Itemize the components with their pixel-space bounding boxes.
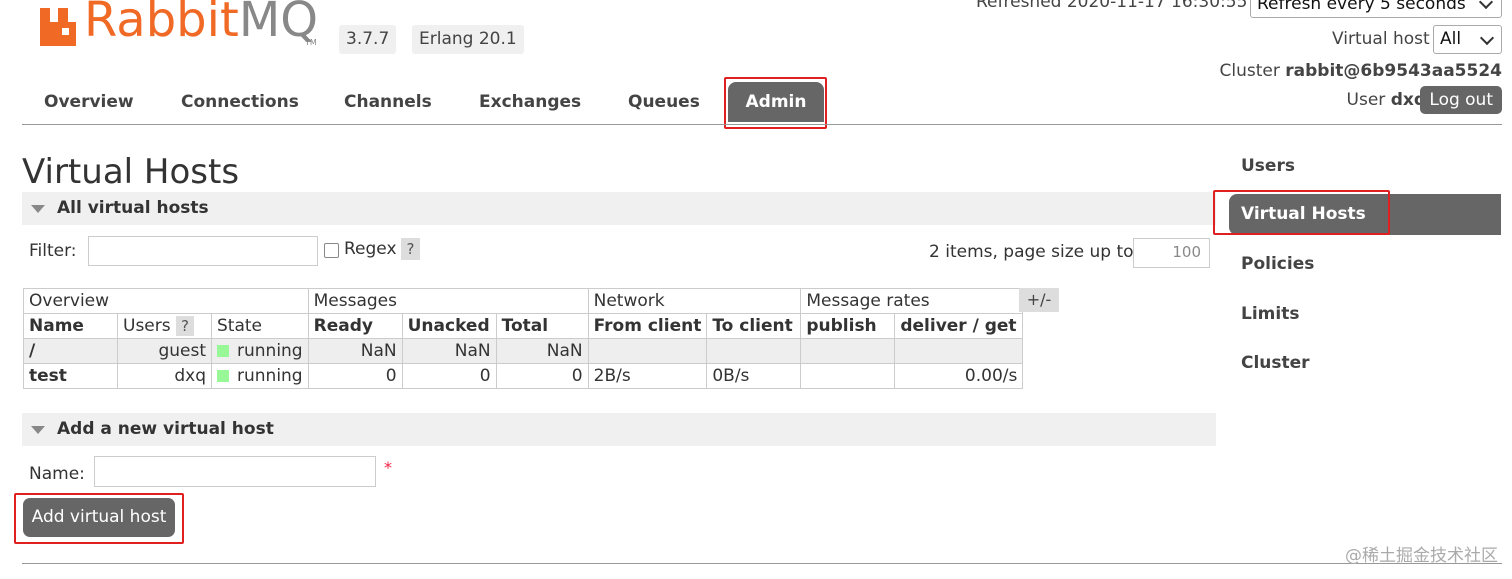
tab-exchanges[interactable]: Exchanges [479, 92, 581, 112]
collapse-triangle-icon [31, 426, 45, 434]
erlang-badge: Erlang 20.1 [412, 25, 524, 54]
vhost-to-client: 0B/s [706, 363, 802, 389]
running-status-icon [217, 345, 229, 357]
table-row[interactable]: test dxq running 0 0 0 2B/s 0B/s 0.00/s [23, 363, 1024, 389]
tab-connections[interactable]: Connections [181, 92, 299, 112]
table-column-header-row: Name Users ? State Ready Unacked Total F… [23, 313, 1024, 339]
group-header-overview: Overview [23, 288, 309, 314]
vhost-publish [800, 338, 896, 364]
logout-button[interactable]: Log out [1420, 86, 1502, 114]
vhost-from-client: 2B/s [587, 363, 708, 389]
name-label: Name: [29, 464, 85, 484]
vhost-unacked: 0 [401, 363, 497, 389]
group-header-network: Network [587, 288, 802, 314]
vhost-state: running [211, 363, 309, 389]
vhost-total: 0 [495, 363, 589, 389]
cluster-name: rabbit@6b9543aa5524 [1285, 61, 1502, 81]
col-total: Total [495, 313, 589, 339]
nav-divider [22, 124, 1502, 125]
user-info: User dxq [1347, 90, 1426, 110]
rabbit-logo-icon [40, 8, 76, 46]
col-deliver-get: deliver / get [894, 313, 1024, 339]
vhost-total: NaN [495, 338, 589, 364]
vhost-unacked: NaN [401, 338, 497, 364]
vhost-deliver-get [894, 338, 1024, 364]
version-badge: 3.7.7 [339, 25, 397, 54]
highlight-box-virtual-hosts [1213, 190, 1390, 235]
sidebar-item-cluster[interactable]: Cluster [1241, 353, 1310, 373]
vhost-users: dxq [117, 363, 212, 389]
vhost-to-client [706, 338, 802, 364]
cluster-info: Cluster rabbit@6b9543aa5524 [1220, 61, 1502, 81]
users-help-icon[interactable]: ? [176, 316, 195, 336]
tab-channels[interactable]: Channels [344, 92, 432, 112]
regex-checkbox[interactable] [324, 243, 339, 258]
tab-overview[interactable]: Overview [44, 92, 134, 112]
vhost-publish [800, 363, 896, 389]
tab-queues[interactable]: Queues [628, 92, 700, 112]
col-name[interactable]: Name [23, 313, 118, 339]
vhost-name-link[interactable]: / [23, 338, 118, 364]
vhost-ready: NaN [307, 338, 403, 364]
vhost-name-input[interactable] [94, 456, 376, 487]
logo-brand-text: Rabbit [84, 0, 239, 48]
refresh-interval-value: Refresh every 5 seconds [1257, 0, 1466, 14]
toggle-columns-button[interactable]: +/- [1019, 288, 1059, 312]
col-state: State [211, 313, 309, 339]
all-virtual-hosts-section-toggle[interactable]: All virtual hosts [22, 192, 1216, 225]
col-to-client: To client [706, 313, 802, 339]
highlight-box-admin [724, 77, 827, 129]
regex-help-icon[interactable]: ? [401, 238, 420, 260]
collapse-triangle-icon [31, 205, 45, 213]
sidebar-item-users[interactable]: Users [1241, 156, 1295, 176]
vhost-deliver-get: 0.00/s [894, 363, 1024, 389]
vhost-from-client [587, 338, 708, 364]
col-from-client: From client [587, 313, 708, 339]
highlight-box-add-button [14, 493, 184, 544]
virtual-host-select-value: All [1440, 29, 1462, 49]
regex-label: Regex [344, 239, 397, 259]
vhost-state-text: running [237, 366, 303, 386]
vhost-users: guest [117, 338, 212, 364]
col-ready: Ready [307, 313, 403, 339]
vhost-ready: 0 [307, 363, 403, 389]
user-label: User [1346, 90, 1386, 110]
running-status-icon [217, 370, 229, 382]
virtual-hosts-table: Overview Messages Network Message rates … [23, 288, 1024, 389]
col-users-label: Users [123, 316, 171, 336]
group-header-messages: Messages [307, 288, 589, 314]
group-header-message-rates: Message rates [800, 288, 1024, 314]
virtual-host-select[interactable]: All [1433, 25, 1502, 54]
section-title: All virtual hosts [57, 198, 209, 218]
logo-trademark: TM [305, 38, 317, 47]
page-title: Virtual Hosts [22, 152, 240, 192]
chevron-down-icon [1478, 0, 1494, 10]
col-users: Users ? [117, 313, 212, 339]
table-group-header-row: Overview Messages Network Message rates [23, 288, 1024, 314]
vhost-name-link[interactable]: test [23, 363, 118, 389]
required-marker: * [384, 458, 392, 477]
table-row[interactable]: / guest running NaN NaN NaN [23, 338, 1024, 364]
filter-label: Filter: [29, 241, 77, 261]
page-size-input[interactable]: 100 [1133, 238, 1210, 268]
add-virtual-host-section-toggle[interactable]: Add a new virtual host [22, 413, 1216, 446]
col-publish: publish [800, 313, 896, 339]
logo-wordmark: RabbitMQ [84, 0, 318, 48]
vhost-state-text: running [237, 341, 303, 361]
virtual-host-label: Virtual host [1332, 29, 1430, 49]
sidebar-item-policies[interactable]: Policies [1241, 254, 1314, 274]
filter-input[interactable] [88, 236, 318, 266]
sidebar-item-limits[interactable]: Limits [1241, 304, 1299, 324]
refreshed-timestamp: Refreshed 2020-11-17 16:30:55 [976, 0, 1248, 12]
vhost-state: running [211, 338, 309, 364]
section-title: Add a new virtual host [57, 419, 274, 439]
footer-divider [22, 563, 1502, 564]
watermark-text: @稀土掘金技术社区 [1345, 546, 1498, 566]
col-unacked: Unacked [401, 313, 497, 339]
chevron-down-icon [1479, 30, 1495, 46]
refresh-interval-select[interactable]: Refresh every 5 seconds [1250, 0, 1502, 18]
cluster-label: Cluster [1219, 61, 1280, 81]
items-count-text: 2 items, page size up to [929, 242, 1134, 262]
